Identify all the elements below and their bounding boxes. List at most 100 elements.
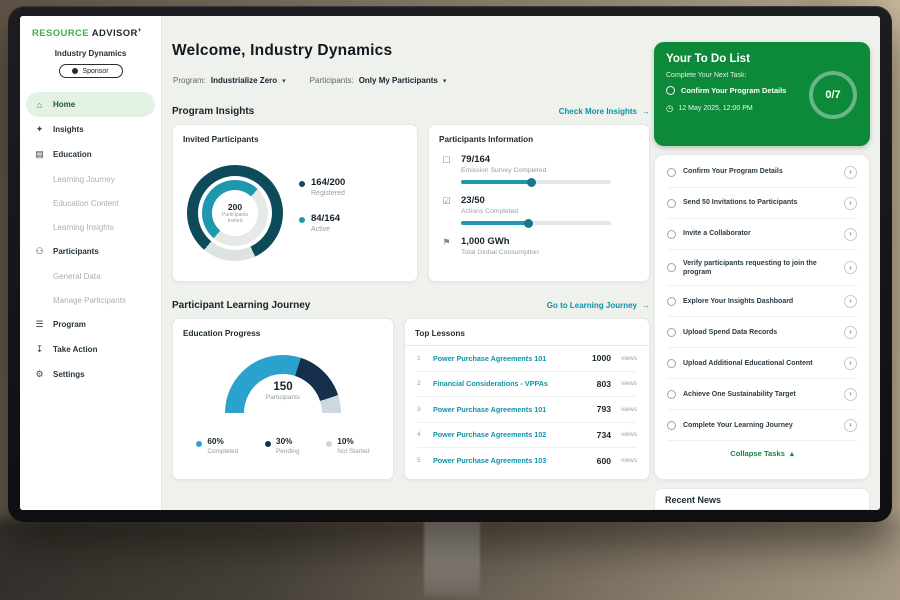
- card-title: Participants Information: [429, 125, 649, 144]
- sidebar-item-participants[interactable]: ⚇ Participants: [26, 239, 155, 264]
- chevron-right-icon[interactable]: ›: [844, 197, 857, 210]
- chevron-right-icon[interactable]: ›: [844, 261, 857, 274]
- sidebar-item-education[interactable]: ▤ Education: [26, 142, 155, 167]
- stat-emission-survey: ☐ 79/164 Emission Survey Completed: [441, 154, 637, 184]
- invited-participants-donut-chart: 200 Participants Invited: [187, 165, 283, 261]
- donut-center-label: 200 Participants Invited: [187, 165, 283, 261]
- task-row[interactable]: Upload Spend Data Records ›: [667, 317, 857, 348]
- task-row[interactable]: Confirm Your Program Details ›: [667, 157, 857, 188]
- lesson-row: 3 Power Purchase Agreements 101 793 view…: [417, 397, 637, 423]
- sidebar-item-home[interactable]: ⌂ Home: [26, 92, 155, 117]
- progress-bar: [461, 221, 611, 225]
- chevron-right-icon[interactable]: ›: [844, 326, 857, 339]
- checkbox-icon[interactable]: [667, 421, 676, 430]
- card-title: Education Progress: [173, 319, 393, 338]
- lesson-link[interactable]: Power Purchase Agreements 103: [433, 456, 589, 465]
- sidebar-item-program[interactable]: ☰ Program: [26, 312, 155, 337]
- todo-progress-ring: 0/7: [809, 71, 857, 119]
- participant-stats: ☐ 79/164 Emission Survey Completed ☑ 23/…: [429, 144, 649, 256]
- checkbox-icon[interactable]: [666, 86, 675, 95]
- card-title: Top Lessons: [405, 319, 649, 346]
- participants-dropdown[interactable]: Participants: Only My Participants ▾: [310, 76, 447, 85]
- checklist-icon: ☑: [441, 195, 452, 225]
- sidebar-item-learning-insights[interactable]: Learning Insights: [26, 215, 155, 239]
- chevron-down-icon: ▾: [443, 77, 447, 85]
- task-row[interactable]: Verify participants requesting to join t…: [667, 250, 857, 286]
- checkbox-icon[interactable]: [667, 328, 676, 337]
- task-row[interactable]: Upload Additional Educational Content ›: [667, 348, 857, 379]
- gauge-center-label: 150 Participants: [173, 381, 393, 401]
- program-insights-header: Program Insights Check More Insights →: [172, 106, 650, 117]
- todo-progress-value: 0/7: [825, 89, 840, 101]
- chevron-right-icon[interactable]: ›: [844, 295, 857, 308]
- logo-sup: +: [138, 28, 142, 34]
- checkbox-icon[interactable]: [667, 168, 676, 177]
- survey-icon: ☐: [441, 154, 452, 184]
- chevron-right-icon[interactable]: ›: [844, 166, 857, 179]
- progress-bar: [461, 180, 611, 184]
- checkbox-icon[interactable]: [667, 297, 676, 306]
- sidebar-item-general-data[interactable]: General Data: [26, 264, 155, 288]
- arrow-right-icon: →: [642, 301, 650, 310]
- chevron-right-icon[interactable]: ›: [844, 419, 857, 432]
- lesson-link[interactable]: Financial Considerations - VPPAs: [433, 379, 589, 388]
- legend-item-active: 84/164 Active: [299, 213, 345, 233]
- lesson-link[interactable]: Power Purchase Agreements 101: [433, 405, 589, 414]
- sponsor-icon: [72, 68, 78, 74]
- chevron-right-icon[interactable]: ›: [844, 357, 857, 370]
- donut-legend: 164/200 Registered 84/164 Active: [299, 177, 345, 249]
- lesson-link[interactable]: Power Purchase Agreements 101: [433, 354, 584, 363]
- take-action-icon: ↧: [34, 344, 45, 355]
- education-icon: ▤: [34, 149, 45, 160]
- legend-dot: [326, 441, 332, 447]
- gauge-legend: 60% Completed 30% Pending: [173, 437, 393, 455]
- task-row[interactable]: Send 50 Invitations to Participants ›: [667, 188, 857, 219]
- org-name: Industry Dynamics: [20, 49, 161, 58]
- checkbox-icon[interactable]: [667, 230, 676, 239]
- task-row[interactable]: Invite a Collaborator ›: [667, 219, 857, 250]
- card-title: Invited Participants: [173, 125, 417, 144]
- settings-icon: ⚙: [34, 369, 45, 380]
- stat-global-consumption: ⚑ 1,000 GWh Total Global Consumption: [441, 236, 637, 256]
- sidebar-item-insights[interactable]: ✦ Insights: [26, 117, 155, 142]
- checkbox-icon[interactable]: [667, 263, 676, 272]
- lesson-link[interactable]: Power Purchase Agreements 102: [433, 430, 589, 439]
- sidebar-item-take-action[interactable]: ↧ Take Action: [26, 337, 155, 362]
- education-progress-card: Education Progress 150 Participants 60% …: [172, 318, 394, 480]
- sidebar-item-settings[interactable]: ⚙ Settings: [26, 362, 155, 387]
- home-icon: ⌂: [34, 100, 45, 110]
- progress-fill: [461, 221, 530, 225]
- checkbox-icon[interactable]: [667, 199, 676, 208]
- program-icon: ☰: [34, 319, 45, 330]
- sidebar-nav: ⌂ Home ✦ Insights ▤ Education Learning J…: [20, 88, 161, 387]
- monitor-bezel: RESOURCE ADVISOR+ Industry Dynamics Spon…: [8, 6, 892, 522]
- top-lessons-card: Top Lessons 1 Power Purchase Agreements …: [404, 318, 650, 480]
- lesson-row: 1 Power Purchase Agreements 101 1000 vie…: [417, 346, 637, 372]
- sponsor-badge-label: Sponsor: [82, 68, 108, 75]
- checkbox-icon[interactable]: [667, 390, 676, 399]
- legend-dot: [299, 181, 305, 187]
- app-logo: RESOURCE ADVISOR+: [20, 16, 161, 45]
- chevron-right-icon[interactable]: ›: [844, 228, 857, 241]
- go-to-learning-journey-link[interactable]: Go to Learning Journey →: [547, 301, 650, 310]
- sidebar-item-education-content[interactable]: Education Content: [26, 191, 155, 215]
- chevron-right-icon[interactable]: ›: [844, 388, 857, 401]
- next-task[interactable]: Confirm Your Program Details: [666, 86, 806, 95]
- program-dropdown[interactable]: Program: Industrialize Zero ▾: [173, 76, 286, 85]
- legend-item-not-started: 10% Not Started: [326, 437, 369, 455]
- sidebar-item-manage-participants[interactable]: Manage Participants: [26, 288, 155, 312]
- page-title: Welcome, Industry Dynamics: [172, 42, 392, 60]
- check-more-insights-link[interactable]: Check More Insights →: [559, 107, 650, 116]
- task-row[interactable]: Explore Your Insights Dashboard ›: [667, 286, 857, 317]
- legend-item-pending: 30% Pending: [265, 437, 299, 455]
- arrow-right-icon: →: [642, 107, 650, 116]
- chevron-down-icon: ▾: [282, 77, 286, 85]
- task-row[interactable]: Achieve One Sustainability Target ›: [667, 379, 857, 410]
- checkbox-icon[interactable]: [667, 359, 676, 368]
- task-row[interactable]: Complete Your Learning Journey ›: [667, 410, 857, 441]
- sidebar-item-learning-journey[interactable]: Learning Journey: [26, 167, 155, 191]
- collapse-tasks-link[interactable]: Collapse Tasks ▴: [667, 441, 857, 458]
- invited-participants-card: Invited Participants 200 Participants In…: [172, 124, 418, 282]
- location-icon: ⚑: [441, 236, 452, 256]
- sponsor-badge: Sponsor: [59, 64, 123, 78]
